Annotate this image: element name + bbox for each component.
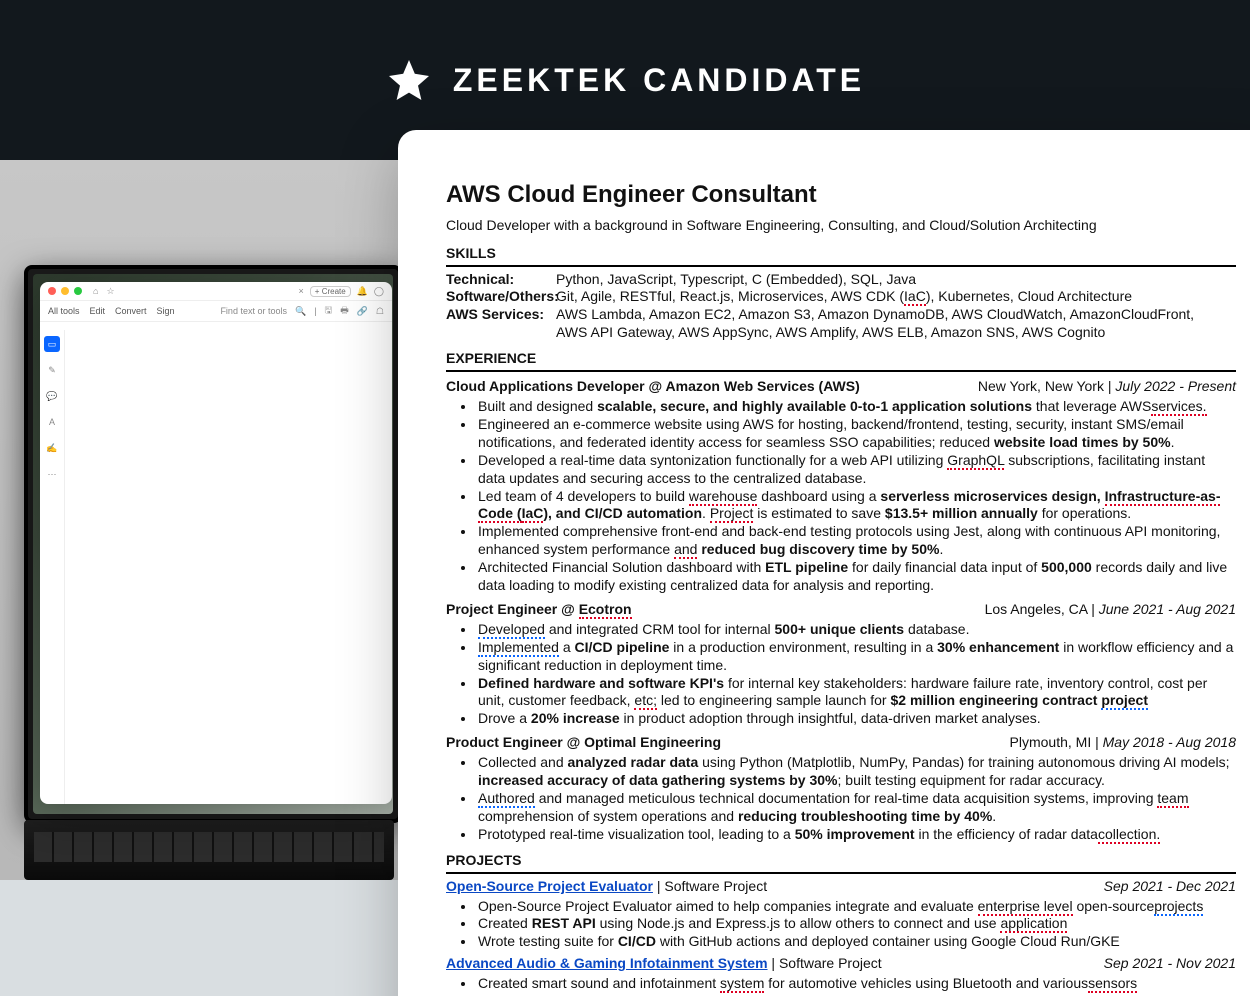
project1-dates: Sep 2021 - Dec 2021 [1104,878,1236,896]
tool-sidebar: ▭ ✎ 💬 A ✍ ⋯ [40,330,65,804]
skills-software: Software/Others: Git, Agile, RESTful, Re… [446,288,1236,306]
list-item: Open-Source Project Evaluator aimed to h… [476,898,1236,916]
print-icon[interactable]: 🖶 [340,303,349,319]
project1-header: Open-Source Project Evaluator | Software… [446,878,1236,896]
brand-title: ZEEKTEK CANDIDATE [453,62,865,99]
skills-technical-label: Technical: [446,271,550,289]
list-item: Implemented a CI/CD pipeline in a produc… [476,639,1236,675]
project1-link[interactable]: Open-Source Project Evaluator [446,878,653,894]
skills-aws-value: AWS Lambda, Amazon EC2, Amazon S3, Amazo… [556,306,1194,342]
list-item: Architected Financial Solution dashboard… [476,559,1236,595]
skills-heading: SKILLS [446,245,1236,267]
project2-dates: Sep 2021 - Nov 2021 [1104,955,1236,973]
menu-convert[interactable]: Convert [115,306,147,316]
job3-bullets: Collected and analyzed radar data using … [446,754,1236,844]
list-item: Created smart sound and infotainment sys… [476,975,1236,993]
skills-aws-label: AWS Services: [446,306,550,342]
projects-heading: PROJECTS [446,852,1236,874]
window-maximize-dot[interactable] [74,287,82,295]
star-logo-icon [385,56,433,104]
pdf-viewer-window: ⌂ ☆ × + Create 🔔 ◯ All tools Edit Conver… [40,282,392,804]
job1-header: Cloud Applications Developer @ Amazon We… [446,378,1236,396]
fill-sign-tool[interactable]: ✍ [44,440,60,456]
laptop-keyboard [24,820,394,880]
job2-title: Project Engineer @ Ecotron [446,601,632,619]
share-icon[interactable]: ☖ [376,306,384,317]
job2-meta: Los Angeles, CA | June 2021 - Aug 2021 [985,601,1236,619]
home-icon[interactable]: ⌂ [93,286,98,297]
skills-software-label: Software/Others: [446,288,550,306]
job3-title: Product Engineer @ Optimal Engineering [446,734,721,752]
project2-header: Advanced Audio & Gaming Infotainment Sys… [446,955,1236,973]
search-icon[interactable]: 🔍 [295,306,306,317]
job1-bullets: Built and designed scalable, secure, and… [446,398,1236,595]
experience-heading: EXPERIENCE [446,350,1236,372]
list-item: Authored and managed meticulous technica… [476,790,1236,826]
search-label: Find text or tools [220,306,287,316]
list-item: Engineered an e-commerce website using A… [476,416,1236,452]
list-item: Developed a real-time data syntonization… [476,452,1236,488]
more-tools[interactable]: ⋯ [44,466,60,482]
text-tool[interactable]: A [44,414,60,430]
select-tool[interactable]: ▭ [44,336,60,352]
resume-title: AWS Cloud Engineer Consultant [446,180,1236,211]
divider: | [314,306,316,316]
list-item: Developed and integrated CRM tool for in… [476,621,1236,639]
job3-header: Product Engineer @ Optimal Engineering P… [446,734,1236,752]
save-icon[interactable]: 🖫 [325,303,333,319]
tab-close-icon[interactable]: × [299,286,304,296]
skills-aws: AWS Services: AWS Lambda, Amazon EC2, Am… [446,306,1236,342]
create-button[interactable]: + Create [310,286,351,297]
list-item: Built and designed scalable, secure, and… [476,398,1236,416]
app-toolbar: All tools Edit Convert Sign Find text or… [40,300,392,322]
list-item: Implemented comprehensive front-end and … [476,523,1236,559]
menu-all-tools[interactable]: All tools [48,306,80,316]
list-item: Wrote testing suite for CI/CD with GitHu… [476,933,1236,951]
star-icon[interactable]: ☆ [106,286,114,297]
job3-meta: Plymouth, MI | May 2018 - Aug 2018 [1010,734,1236,752]
skills-technical-value: Python, JavaScript, Typescript, C (Embed… [556,271,916,289]
pen-tool[interactable]: ✎ [44,362,60,378]
list-item: Prototyped real-time visualization tool,… [476,826,1236,844]
skills-technical: Technical: Python, JavaScript, Typescrip… [446,271,1236,289]
list-item: Defined hardware and software KPI's for … [476,675,1236,711]
job1-meta: New York, New York | July 2022 - Present [978,378,1236,396]
window-close-dot[interactable] [48,287,56,295]
list-item: Led team of 4 developers to build wareho… [476,488,1236,524]
list-item: Drove a 20% increase in product adoption… [476,710,1236,728]
job2-header: Project Engineer @ Ecotron Los Angeles, … [446,601,1236,619]
menu-sign[interactable]: Sign [157,306,175,316]
job1-title: Cloud Applications Developer @ Amazon We… [446,378,860,396]
menu-edit[interactable]: Edit [90,306,106,316]
project2-bullets: Created smart sound and infotainment sys… [446,975,1236,993]
resume-document: AWS Cloud Engineer Consultant Cloud Deve… [398,130,1250,996]
job2-bullets: Developed and integrated CRM tool for in… [446,621,1236,728]
account-icon[interactable]: ◯ [374,286,384,297]
link-icon[interactable]: 🔗 [357,306,368,317]
window-titlebar: ⌂ ☆ × + Create 🔔 ◯ [40,282,392,300]
list-item: Collected and analyzed radar data using … [476,754,1236,790]
project1-bullets: Open-Source Project Evaluator aimed to h… [446,898,1236,952]
notification-icon[interactable]: 🔔 [357,286,368,297]
project2-link[interactable]: Advanced Audio & Gaming Infotainment Sys… [446,955,768,971]
skills-software-value: Git, Agile, RESTful, React.js, Microserv… [556,288,1132,306]
resume-summary: Cloud Developer with a background in Sof… [446,217,1236,235]
comment-tool[interactable]: 💬 [44,388,60,404]
window-minimize-dot[interactable] [61,287,69,295]
list-item: Created REST API using Node.js and Expre… [476,915,1236,933]
